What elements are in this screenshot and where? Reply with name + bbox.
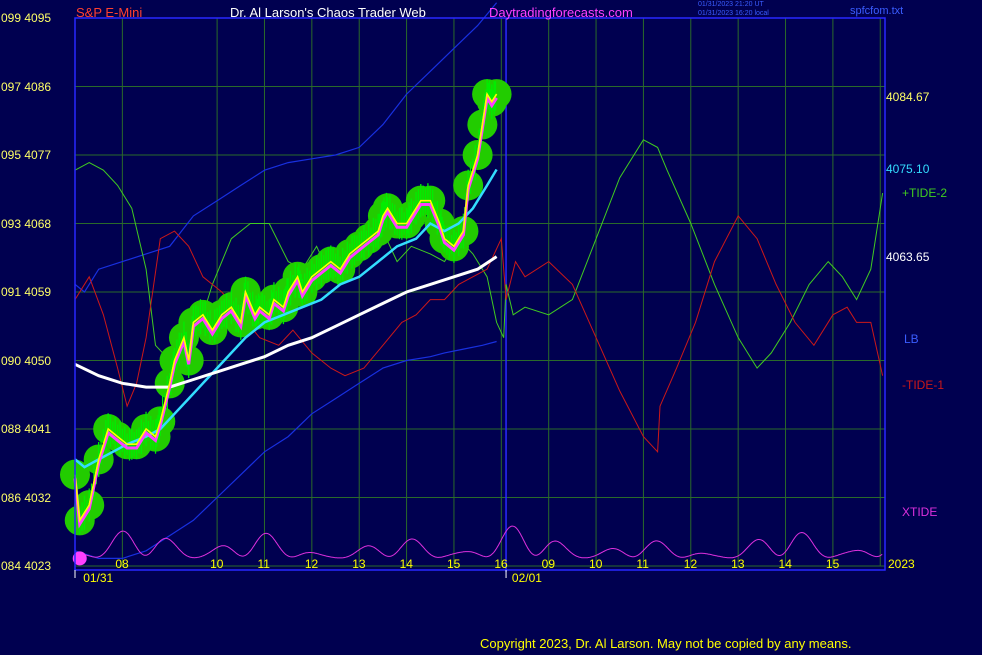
x-hour-tick-label: 15	[446, 557, 461, 571]
x-hour-tick-label: 11	[257, 557, 270, 571]
x-year-label: 2023	[888, 557, 915, 571]
y-right-label-tide-2: +TIDE-2	[902, 186, 948, 200]
copyright: Copyright 2023, Dr. Al Larson. May not b…	[480, 636, 852, 651]
x-hour-tick-label: 12	[304, 557, 319, 571]
x-hour-tick-label: 10	[210, 557, 224, 571]
y-right-label-4075-10: 4075.10	[886, 162, 930, 177]
x-hour-tick-label: 16	[494, 557, 508, 571]
x-hour-tick-label: 13	[731, 557, 745, 571]
x-hour-tick-label: 14	[399, 557, 413, 571]
y-right-label-4084-67: 4084.67	[886, 89, 930, 104]
x-hour-tick-label: 15	[825, 557, 840, 571]
chart-svg	[0, 0, 982, 650]
y-left-tick-label: 099 4095	[1, 11, 52, 25]
y-right-label-4063-65: 4063.65	[886, 249, 930, 264]
x-hour-tick-label: 11	[636, 557, 649, 571]
chart-stage: S&P E-Mini Dr. Al Larson's Chaos Trader …	[0, 0, 982, 650]
timestamp-utc: 01/31/2023 21:20 UT	[698, 1, 764, 8]
y-left-tick-label: 086 4032	[1, 490, 52, 505]
y-right-label-tide-1: -TIDE-1	[902, 378, 944, 392]
x-date-label: 01/31	[83, 571, 114, 585]
x-hour-tick-label: 13	[352, 557, 366, 571]
y-left-tick-label: 084 4023	[1, 559, 52, 573]
y-right-label-xtide: XTIDE	[902, 505, 938, 519]
y-left-tick-label: 095 4077	[1, 148, 52, 162]
x-hour-tick-label: 08	[115, 557, 129, 571]
x-hour-tick-label: 09	[541, 557, 556, 571]
file-name: spfcfom.txt	[850, 5, 904, 17]
instrument-title: S&P E-Mini	[76, 5, 143, 20]
timestamp-local: 01/31/2023 16:20 local	[698, 10, 769, 17]
x-date-label: 02/01	[511, 571, 542, 585]
y-left-tick-label: 088 4041	[1, 422, 52, 436]
y-left-tick-label: 091 4059	[1, 285, 52, 299]
y-left-tick-label: 097 4086	[1, 79, 52, 94]
y-right-label-lb: LB	[904, 332, 919, 346]
x-hour-tick-label: 10	[589, 557, 603, 571]
y-left-tick-label: 093 4068	[1, 216, 52, 231]
x-hour-tick-label: 12	[683, 557, 698, 571]
site-title: Dr. Al Larson's Chaos Trader Web	[230, 5, 426, 20]
site-url: Daytradingforecasts.com	[489, 5, 633, 20]
x-hour-tick-label: 14	[778, 557, 792, 571]
y-left-tick-label: 090 4050	[1, 353, 52, 368]
